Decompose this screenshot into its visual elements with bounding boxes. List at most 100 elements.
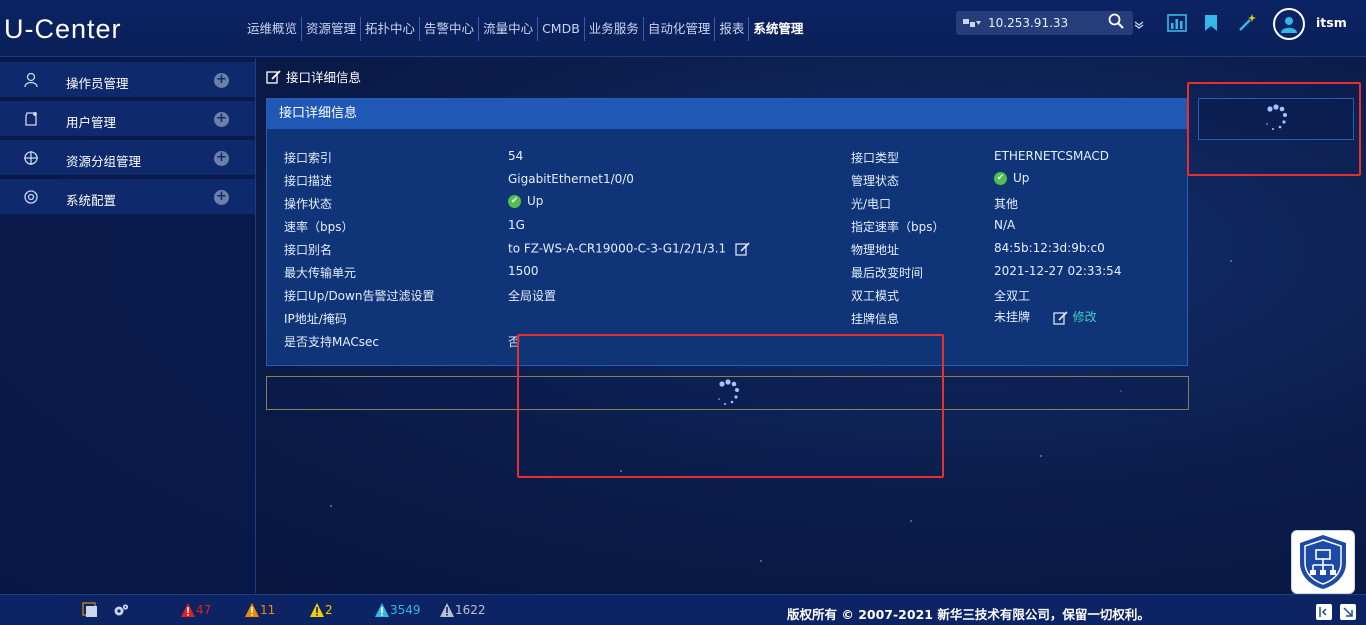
- sidebar-item-label: 操作员管理: [66, 76, 129, 91]
- edit-alias-icon[interactable]: [735, 241, 751, 257]
- operation-status-value: ✔ Up: [508, 194, 543, 208]
- footer-bar: 47 11 2 3549 1622 版权所有 © 2007-2021 新华三技术…: [0, 594, 1366, 625]
- sidebar-item-label: 用户管理: [66, 115, 117, 130]
- field-label: 接口类型: [851, 151, 900, 165]
- user-avatar[interactable]: [1273, 8, 1305, 40]
- nav-item-business-service[interactable]: 业务服务: [585, 17, 644, 41]
- dashboard-chart-icon[interactable]: [1166, 12, 1188, 34]
- search-box: [956, 11, 1133, 35]
- field-label: 接口索引: [284, 151, 333, 165]
- field-label: 双工模式: [851, 289, 900, 303]
- modify-tag-button[interactable]: 修改: [1048, 310, 1097, 325]
- nav-item-cmdb[interactable]: CMDB: [538, 17, 585, 41]
- alarm-filter-value: 全局设置: [508, 289, 557, 303]
- sidebar: 操作员管理 + 用户管理 + 资源分组管理 + 系统配置 +: [0, 58, 256, 593]
- field-label: 光/电口: [851, 197, 892, 211]
- field-label: 接口别名: [284, 243, 333, 257]
- field-label: 管理状态: [851, 174, 900, 188]
- sidebar-item-label: 资源分组管理: [66, 154, 142, 169]
- specified-speed-value: N/A: [994, 218, 1016, 232]
- search-input[interactable]: [988, 12, 1104, 34]
- tag-info-value: 未挂牌 修改: [994, 310, 1097, 325]
- highlight-frame: [1187, 82, 1361, 176]
- sidebar-item-user-mgmt[interactable]: 用户管理 +: [0, 101, 255, 137]
- gear-icon: [22, 188, 40, 206]
- top-bar: U-Center 运维概览 资源管理 拓扑中心 告警中心 流量中心 CMDB 业…: [0, 0, 1366, 57]
- field-label: 接口Up/Down告警过滤设置: [284, 289, 435, 303]
- edit-document-icon: [266, 69, 281, 84]
- edit-icon: [1053, 310, 1068, 325]
- device-filter-icon: [963, 19, 981, 27]
- chevron-down-icon[interactable]: [1132, 14, 1146, 36]
- sidebar-item-resource-group-mgmt[interactable]: 资源分组管理 +: [0, 140, 255, 176]
- sidebar-item-label: 系统配置: [66, 193, 117, 208]
- field-label: 最大传输单元: [284, 266, 357, 280]
- check-icon: ✔: [508, 194, 521, 208]
- expand-icon[interactable]: +: [214, 73, 229, 88]
- interface-type-value: ETHERNETCSMACD: [994, 149, 1110, 163]
- bookmark-icon[interactable]: [1200, 12, 1222, 34]
- window-icon[interactable]: [82, 602, 98, 618]
- expand-icon[interactable]: +: [214, 112, 229, 127]
- mac-address-value: 84:5b:12:3d:9b:c0: [994, 241, 1105, 255]
- nav-item-traffic-center[interactable]: 流量中心: [479, 17, 539, 41]
- expand-icon[interactable]: +: [214, 190, 229, 205]
- expand-icon[interactable]: +: [214, 151, 229, 166]
- search-scope-dropdown[interactable]: [956, 17, 988, 29]
- panel-title: 接口详细信息: [267, 99, 1187, 129]
- sidebar-item-operator-mgmt[interactable]: 操作员管理 +: [0, 62, 255, 98]
- security-shield-button[interactable]: [1291, 530, 1355, 594]
- search-icon[interactable]: [1104, 13, 1128, 33]
- page-title: 接口详细信息: [266, 67, 361, 86]
- interface-alias-value: to FZ-WS-A-CR19000-C-3-G1/2/1/3.1: [508, 241, 751, 257]
- minor-alarm-icon: [310, 603, 324, 617]
- interface-detail-panel: 接口详细信息 接口索引 接口描述 操作状态 速率（bps） 接口别名 最大传输单…: [266, 98, 1188, 366]
- warning-alarm-icon: [375, 603, 389, 617]
- sidebar-item-system-config[interactable]: 系统配置 +: [0, 179, 255, 215]
- highlight-frame: [517, 334, 944, 478]
- alarm-warning-count[interactable]: 3549: [374, 602, 421, 618]
- info-alarm-icon: [440, 603, 454, 617]
- network-shield-icon: [1300, 535, 1346, 589]
- user-avatar-icon: [1281, 17, 1297, 33]
- collapse-left-icon[interactable]: [1316, 604, 1332, 620]
- port-media-value: 其他: [994, 197, 1019, 211]
- main-nav: 运维概览 资源管理 拓扑中心 告警中心 流量中心 CMDB 业务服务 自动化管理…: [243, 17, 807, 41]
- field-label: 接口描述: [284, 174, 333, 188]
- speed-value: 1G: [508, 218, 525, 232]
- nav-item-automation[interactable]: 自动化管理: [644, 17, 716, 41]
- nav-item-resource-mgmt[interactable]: 资源管理: [302, 17, 362, 41]
- nav-item-alarm-center[interactable]: 告警中心: [420, 17, 480, 41]
- last-change-value: 2021-12-27 02:33:54: [994, 264, 1122, 278]
- field-label: 最后改变时间: [851, 266, 924, 280]
- user-settings-icon: [22, 110, 40, 128]
- interface-description-value: GigabitEthernet1/0/0: [508, 172, 634, 186]
- field-label: 挂牌信息: [851, 312, 900, 326]
- field-label: 是否支持MACsec: [284, 335, 379, 349]
- field-label: IP地址/掩码: [284, 312, 347, 326]
- nav-item-topology[interactable]: 拓扑中心: [361, 17, 421, 41]
- field-label: 操作状态: [284, 197, 333, 211]
- alarm-critical-count[interactable]: 47: [180, 602, 211, 618]
- duplex-value: 全双工: [994, 289, 1031, 303]
- field-label: 速率（bps）: [284, 220, 354, 234]
- field-label: 物理地址: [851, 243, 900, 257]
- magic-wand-icon[interactable]: [1236, 12, 1258, 34]
- nav-item-system-mgmt[interactable]: 系统管理: [749, 17, 807, 41]
- critical-alarm-icon: [181, 603, 195, 617]
- username[interactable]: itsm: [1316, 15, 1347, 30]
- nav-item-ops-overview[interactable]: 运维概览: [243, 17, 303, 41]
- nav-item-reports[interactable]: 报表: [715, 17, 750, 41]
- alarm-minor-count[interactable]: 2: [309, 602, 333, 618]
- copyright-text: 版权所有 © 2007-2021 新华三技术有限公司，保留一切权利。: [787, 607, 1150, 622]
- alarm-info-count[interactable]: 1622: [439, 602, 486, 618]
- expand-corner-icon[interactable]: [1340, 604, 1356, 620]
- admin-status-value: ✔ Up: [994, 171, 1029, 185]
- field-label: 指定速率（bps）: [851, 220, 945, 234]
- settings-gear-icon[interactable]: [113, 602, 129, 618]
- user-icon: [22, 71, 40, 89]
- alarm-major-count[interactable]: 11: [244, 602, 275, 618]
- mtu-value: 1500: [508, 264, 539, 278]
- app-logo[interactable]: U-Center: [4, 14, 122, 45]
- group-icon: [22, 149, 40, 167]
